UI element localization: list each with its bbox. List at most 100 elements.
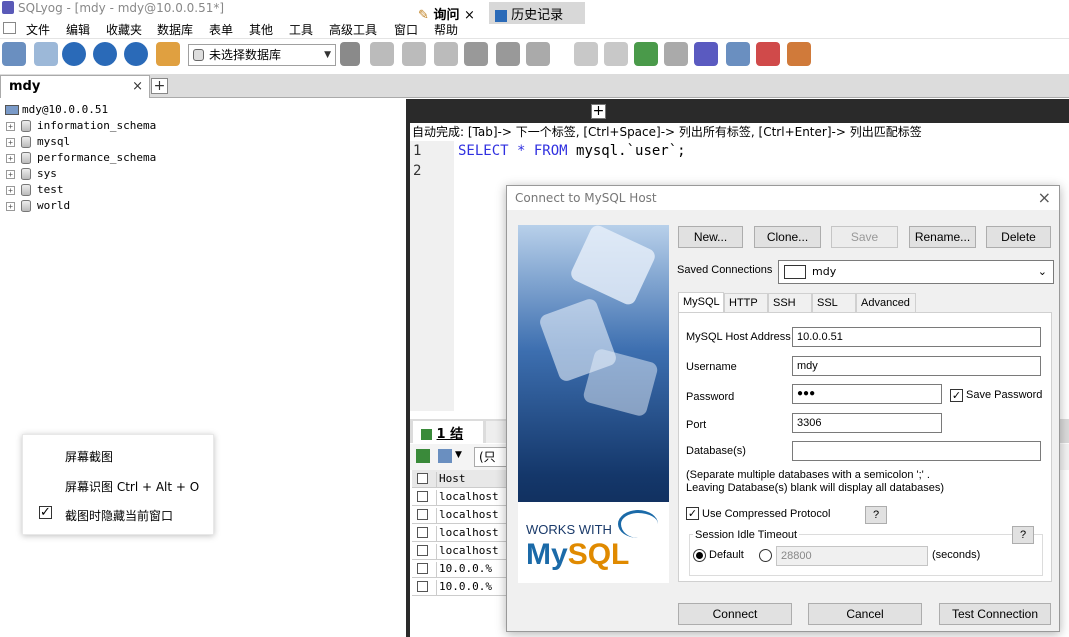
- host-cell[interactable]: localhost: [436, 508, 512, 524]
- menu-favorites[interactable]: 收藏夹: [106, 21, 142, 38]
- menu-edit[interactable]: 编辑: [66, 21, 90, 38]
- schema-designer-icon[interactable]: [526, 42, 550, 66]
- menu-item-screen-recognize[interactable]: 屏幕识图 Ctrl + Alt + O: [65, 478, 199, 495]
- host-cell[interactable]: localhost: [436, 544, 512, 560]
- menu-tools[interactable]: 工具: [289, 21, 313, 38]
- job-scheduler-icon[interactable]: [756, 42, 780, 66]
- row-checkbox[interactable]: [417, 527, 428, 538]
- tab-http[interactable]: HTTP: [724, 293, 768, 313]
- restore-database-icon[interactable]: [434, 42, 458, 66]
- connection-tab-mdy[interactable]: mdy ×: [0, 75, 150, 98]
- refresh-objects-icon[interactable]: [156, 42, 180, 66]
- execute-edit-icon[interactable]: [124, 42, 148, 66]
- notification-icon[interactable]: [726, 42, 750, 66]
- host-cell[interactable]: 10.0.0.%: [436, 562, 512, 578]
- select-all-checkbox[interactable]: [417, 473, 428, 484]
- dropdown-arrow-icon[interactable]: ▼: [455, 450, 462, 460]
- menu-advanced-tools[interactable]: 高级工具: [329, 21, 377, 38]
- database-input[interactable]: [792, 441, 1041, 461]
- tab-results[interactable]: 1 结果: [413, 421, 483, 461]
- database-node[interactable]: + sys: [6, 167, 57, 180]
- expand-icon[interactable]: +: [6, 137, 15, 147]
- tab-query[interactable]: ✎ 询问 ×: [412, 2, 486, 24]
- close-icon[interactable]: ×: [1038, 186, 1051, 210]
- system-menu-icon[interactable]: [3, 22, 16, 34]
- host-cell[interactable]: 10.0.0.%: [436, 580, 512, 596]
- export-icon[interactable]: [574, 42, 598, 66]
- table-row[interactable]: localhost: [412, 542, 512, 560]
- table-structure-icon[interactable]: [496, 42, 520, 66]
- save-password-checkbox[interactable]: ✓: [950, 389, 963, 402]
- table-row[interactable]: 10.0.0.%: [412, 560, 512, 578]
- database-selector[interactable]: 未选择数据库 ▼: [188, 44, 336, 66]
- add-query-tab-button[interactable]: +: [591, 104, 606, 119]
- connection-manager-icon[interactable]: [34, 42, 58, 66]
- execute-all-icon[interactable]: [93, 42, 117, 66]
- save-button[interactable]: Save: [831, 226, 898, 248]
- expand-icon[interactable]: +: [6, 169, 15, 179]
- clone-button[interactable]: Clone...: [754, 226, 821, 248]
- cancel-button[interactable]: Cancel: [808, 603, 922, 625]
- data-search-icon[interactable]: [787, 42, 811, 66]
- new-button[interactable]: New...: [678, 226, 743, 248]
- column-header-host[interactable]: Host: [436, 472, 512, 488]
- table-row[interactable]: localhost: [412, 488, 512, 506]
- row-checkbox[interactable]: [417, 545, 428, 556]
- table-row[interactable]: localhost: [412, 506, 512, 524]
- database-node[interactable]: + test: [6, 183, 64, 196]
- delete-button[interactable]: Delete: [986, 226, 1051, 248]
- saved-connections-select[interactable]: mdy ⌄: [778, 260, 1054, 284]
- test-connection-button[interactable]: Test Connection: [939, 603, 1051, 625]
- expand-icon[interactable]: +: [6, 201, 15, 211]
- query-builder-icon[interactable]: [694, 42, 718, 66]
- row-checkbox[interactable]: [417, 491, 428, 502]
- menu-table[interactable]: 表单: [209, 21, 233, 38]
- menu-item-screenshot[interactable]: 屏幕截图: [65, 448, 113, 465]
- backup-database-icon[interactable]: [402, 42, 426, 66]
- row-checkbox[interactable]: [417, 509, 428, 520]
- new-connection-icon[interactable]: [2, 42, 26, 66]
- connect-button[interactable]: Connect: [678, 603, 792, 625]
- menu-other[interactable]: 其他: [249, 21, 273, 38]
- database-node[interactable]: + information_schema: [6, 119, 156, 132]
- form-view-icon[interactable]: [438, 449, 452, 463]
- timeout-input[interactable]: 28800: [776, 546, 928, 566]
- rename-button[interactable]: Rename...: [909, 226, 976, 248]
- menu-item-hide-window[interactable]: 截图时隐藏当前窗口: [65, 507, 173, 524]
- create-database-icon[interactable]: [370, 42, 394, 66]
- username-input[interactable]: mdy: [792, 356, 1041, 376]
- data-sync-icon[interactable]: [634, 42, 658, 66]
- expand-icon[interactable]: +: [6, 121, 15, 131]
- add-connection-tab-button[interactable]: +: [151, 78, 168, 94]
- database-node[interactable]: + mysql: [6, 135, 70, 148]
- tab-advanced[interactable]: Advanced: [856, 293, 916, 313]
- tab-ssl[interactable]: SSL: [812, 293, 856, 313]
- password-input[interactable]: ●●●: [792, 384, 942, 404]
- port-input[interactable]: 3306: [792, 413, 942, 433]
- table-row[interactable]: 10.0.0.%: [412, 578, 512, 596]
- session-help-button[interactable]: ?: [1012, 526, 1034, 544]
- menu-file[interactable]: 文件: [26, 21, 50, 38]
- import-icon[interactable]: [604, 42, 628, 66]
- host-input[interactable]: 10.0.0.51: [792, 327, 1041, 347]
- grid-view-icon[interactable]: [416, 449, 430, 463]
- default-radio[interactable]: [693, 549, 706, 562]
- tab-ssh[interactable]: SSH: [768, 293, 812, 313]
- database-node[interactable]: + performance_schema: [6, 151, 156, 164]
- table-row[interactable]: localhost: [412, 524, 512, 542]
- server-node[interactable]: mdy@10.0.0.51: [5, 103, 108, 116]
- database-node[interactable]: + world: [6, 199, 70, 212]
- compressed-protocol-checkbox[interactable]: ✓: [686, 507, 699, 520]
- user-manager-icon[interactable]: [340, 42, 360, 66]
- close-icon[interactable]: ×: [464, 8, 475, 23]
- expand-icon[interactable]: +: [6, 185, 15, 195]
- row-checkbox[interactable]: [417, 563, 428, 574]
- close-icon[interactable]: ×: [132, 79, 143, 94]
- host-cell[interactable]: localhost: [436, 490, 512, 506]
- menu-database[interactable]: 数据库: [157, 21, 193, 38]
- custom-timeout-radio[interactable]: [759, 549, 772, 562]
- host-cell[interactable]: localhost: [436, 526, 512, 542]
- row-checkbox[interactable]: [417, 581, 428, 592]
- execute-query-icon[interactable]: [62, 42, 86, 66]
- expand-icon[interactable]: +: [6, 153, 15, 163]
